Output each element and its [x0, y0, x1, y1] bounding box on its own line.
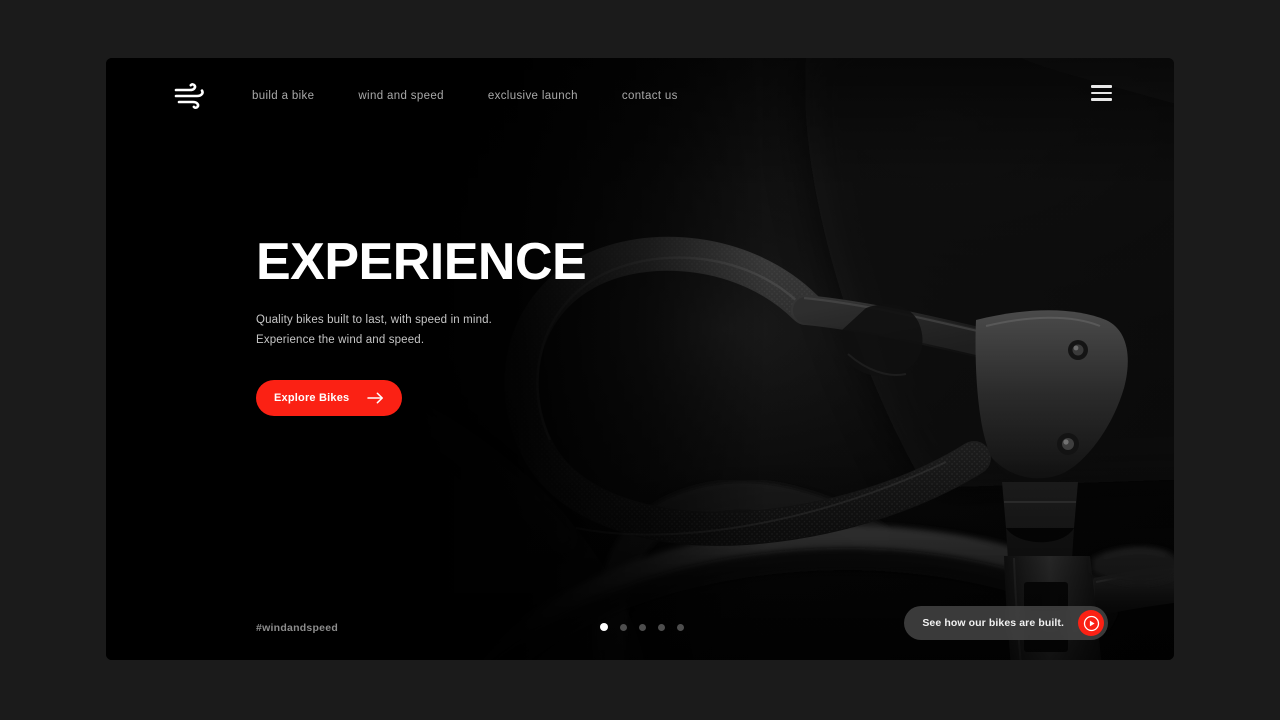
hero-card: build a bike wind and speed exclusive la…: [106, 58, 1174, 660]
hamburger-bar-3: [1091, 98, 1112, 101]
explore-bikes-label: Explore Bikes: [274, 392, 350, 405]
hamburger-menu-icon[interactable]: [1091, 85, 1112, 101]
carousel-dot-5[interactable]: [677, 623, 684, 631]
nav-link-wind-and-speed[interactable]: wind and speed: [358, 90, 443, 102]
carousel-dot-4[interactable]: [658, 623, 665, 631]
hero-content: EXPERIENCE Quality bikes built to last, …: [256, 233, 686, 417]
hamburger-bar-2: [1091, 91, 1112, 95]
explore-bikes-button[interactable]: Explore Bikes: [256, 380, 402, 417]
arrow-right-icon: [367, 392, 384, 404]
carousel-dots: [600, 623, 684, 631]
carousel-dot-3[interactable]: [639, 623, 646, 631]
nav-link-build-a-bike[interactable]: build a bike: [252, 90, 314, 102]
navbar: build a bike wind and speed exclusive la…: [106, 58, 1174, 134]
nav-link-contact-us[interactable]: contact us: [622, 90, 678, 102]
play-circle-icon[interactable]: [1078, 610, 1104, 636]
hashtag-label: #windandspeed: [256, 622, 339, 634]
hero-description: Quality bikes built to last, with speed …: [256, 314, 493, 347]
video-pill-label: See how our bikes are built.: [922, 617, 1064, 629]
video-pill[interactable]: See how our bikes are built.: [904, 606, 1108, 640]
page-root: build a bike wind and speed exclusive la…: [0, 0, 1280, 720]
carousel-dot-2[interactable]: [620, 623, 627, 631]
nav-links: build a bike wind and speed exclusive la…: [252, 58, 678, 134]
nav-link-exclusive-launch[interactable]: exclusive launch: [488, 90, 578, 102]
wind-icon[interactable]: [173, 82, 207, 110]
carousel-dot-1[interactable]: [600, 623, 608, 631]
hamburger-bar-1: [1091, 85, 1112, 88]
page-title: EXPERIENCE: [256, 233, 587, 291]
